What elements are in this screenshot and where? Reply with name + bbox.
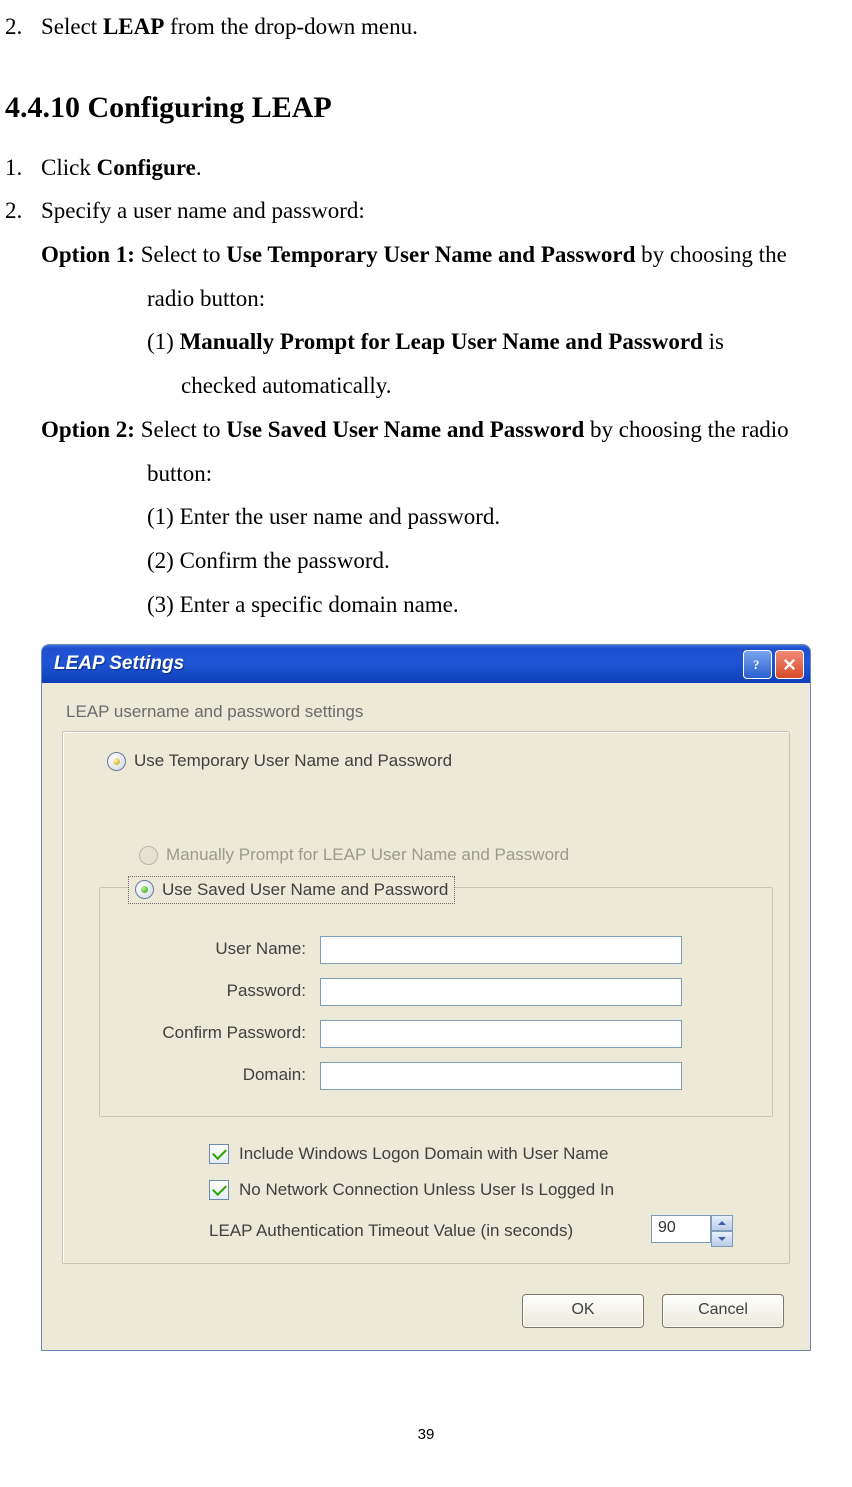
radio-label: Manually Prompt for LEAP User Name and P… [166,844,569,866]
radio-use-temporary[interactable]: Use Temporary User Name and Password [107,750,773,772]
text: by choosing the [635,242,786,267]
text: Click [41,155,97,180]
domain-label: Domain: [126,1064,320,1086]
option-label: Option 1: [41,242,135,267]
chevron-down-icon [718,1236,726,1242]
titlebar[interactable]: LEAP Settings ? [42,645,810,683]
radio-icon [135,880,154,899]
text: Select to [135,242,226,267]
radio-icon [107,752,126,771]
radio-label: Use Temporary User Name and Password [134,750,452,772]
text-bold: Manually Prompt for Leap User Name and P… [180,329,703,354]
option-2-sub1: (1) Enter the user name and password. [147,495,847,539]
list-number: 2. [5,189,41,233]
password-label: Password: [126,980,320,1002]
radio-icon [139,846,158,865]
radio-label: Use Saved User Name and Password [162,879,448,901]
window-title: LEAP Settings [54,652,740,677]
option-2-sub2: (2) Confirm the password. [147,539,847,583]
checkbox-label: Include Windows Logon Domain with User N… [239,1143,608,1165]
saved-credentials-groupbox: Use Saved User Name and Password User Na… [99,887,773,1117]
leap-settings-dialog: LEAP Settings ? LEAP username and passwo… [41,644,811,1350]
help-icon: ? [750,657,765,672]
text: from the drop-down menu. [164,14,418,39]
close-button[interactable] [775,650,804,679]
step-intro: 2.Select LEAP from the drop-down menu. [5,5,847,49]
step-1: 1.Click Configure. [5,146,847,190]
password-input[interactable] [320,978,682,1006]
option-2: Option 2: Select to Use Saved User Name … [41,408,847,452]
checkbox-include-domain[interactable]: Include Windows Logon Domain with User N… [209,1143,773,1165]
domain-row: Domain: [126,1062,746,1090]
credentials-groupbox: Use Temporary User Name and Password Man… [62,731,790,1263]
text: by choosing the radio [584,417,788,442]
list-number: 2. [5,5,41,49]
confirm-password-input[interactable] [320,1020,682,1048]
radio-manually-prompt: Manually Prompt for LEAP User Name and P… [139,844,773,866]
option-2-sub3: (3) Enter a specific domain name. [147,583,847,627]
radio-dot-icon [113,758,120,765]
text: Select [41,14,103,39]
timeout-row: LEAP Authentication Timeout Value (in se… [209,1215,773,1247]
text-bold: Configure [97,155,196,180]
option-1-sub-cont: checked automatically. [147,364,847,408]
text-bold: Use Saved User Name and Password [226,417,584,442]
section-heading: 4.4.10 Configuring LEAP [5,79,847,136]
close-icon [782,657,797,672]
password-row: Password: [126,978,746,1006]
svg-text:?: ? [753,657,760,672]
confirm-password-row: Confirm Password: [126,1020,746,1048]
user-name-row: User Name: [126,936,746,964]
checkbox-no-network[interactable]: No Network Connection Unless User Is Log… [209,1179,773,1201]
ok-button[interactable]: OK [522,1294,644,1328]
radio-use-saved[interactable]: Use Saved User Name and Password [128,876,455,904]
option-2-cont: button: [147,452,847,496]
option-1-cont: radio button: [147,277,847,321]
text: (1) [147,329,180,354]
checkbox-icon [209,1144,229,1164]
spinner-down-button[interactable] [711,1231,733,1247]
option-label: Option 2: [41,417,135,442]
dialog-client-area: LEAP username and password settings Use … [42,683,810,1349]
confirm-password-label: Confirm Password: [126,1022,320,1044]
user-name-label: User Name: [126,938,320,960]
timeout-spinner[interactable]: 90 [651,1215,733,1247]
timeout-label: LEAP Authentication Timeout Value (in se… [209,1220,573,1242]
spinner-buttons [711,1215,733,1247]
checkbox-icon [209,1180,229,1200]
domain-input[interactable] [320,1062,682,1090]
text: Specify a user name and password: [41,198,365,223]
text-bold: LEAP [103,14,164,39]
cancel-button[interactable]: Cancel [662,1294,784,1328]
timeout-value[interactable]: 90 [651,1215,711,1243]
option-1: Option 1: Select to Use Temporary User N… [41,233,847,277]
user-name-input[interactable] [320,936,682,964]
option-1-sub: (1) Manually Prompt for Leap User Name a… [147,320,847,364]
text: Select to [135,417,226,442]
checkbox-label: No Network Connection Unless User Is Log… [239,1179,614,1201]
text: is [703,329,724,354]
list-number: 1. [5,146,41,190]
radio-dot-selected-icon [141,886,148,893]
section-label: LEAP username and password settings [66,701,790,723]
text: . [196,155,202,180]
step-2: 2.Specify a user name and password: [5,189,847,233]
chevron-up-icon [718,1220,726,1226]
dialog-button-row: OK Cancel [62,1294,790,1328]
text-bold: Use Temporary User Name and Password [226,242,635,267]
page-number: 39 [5,1421,847,1450]
spinner-up-button[interactable] [711,1215,733,1231]
help-button[interactable]: ? [743,650,772,679]
